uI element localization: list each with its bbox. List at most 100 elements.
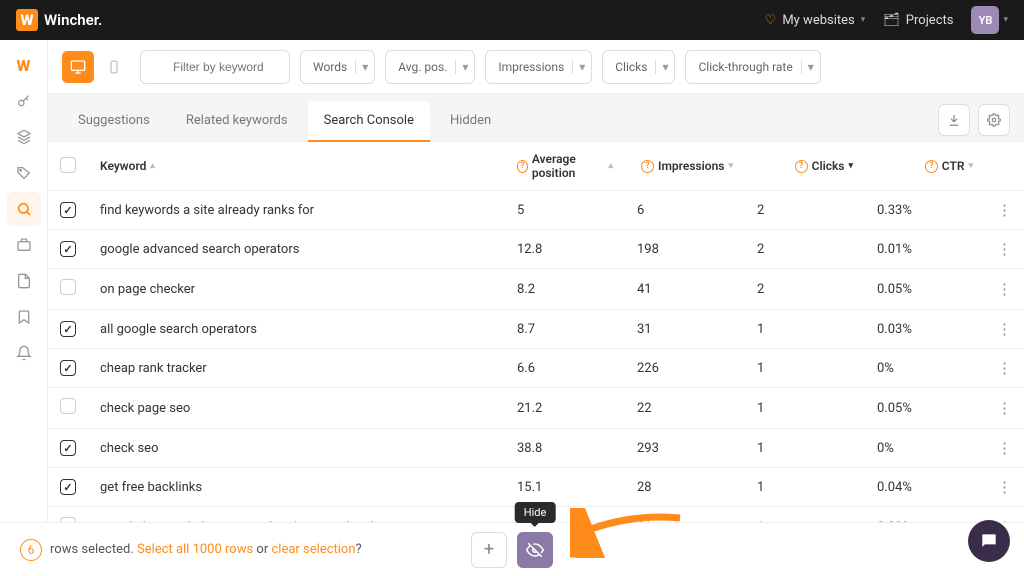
clear-selection-link[interactable]: clear selection bbox=[271, 542, 355, 557]
add-button[interactable]: + bbox=[471, 532, 507, 568]
info-icon: ? bbox=[641, 160, 654, 173]
cell-clicks: 1 bbox=[745, 429, 865, 468]
download-button[interactable] bbox=[938, 104, 970, 136]
cell-ctr: 0.33% bbox=[865, 191, 985, 230]
info-icon: ? bbox=[925, 160, 938, 173]
col-clicks-header[interactable]: ? Clicks ▾ bbox=[795, 159, 853, 173]
row-checkbox[interactable] bbox=[60, 398, 76, 414]
row-checkbox[interactable] bbox=[60, 479, 76, 495]
cell-clicks: 1 bbox=[745, 349, 865, 388]
ctr-dropdown[interactable]: Click-through rate▾ bbox=[685, 50, 820, 84]
briefcase-icon: 🗂 bbox=[883, 13, 900, 28]
selected-count-badge: 6 bbox=[20, 539, 42, 561]
row-checkbox[interactable] bbox=[60, 360, 76, 376]
hide-button[interactable]: Hide bbox=[517, 532, 553, 568]
chat-bubble-button[interactable] bbox=[968, 520, 1010, 562]
sort-caret-icon: ▴ bbox=[150, 161, 155, 171]
table-row: on page checker 8.2 41 2 0.05% ⋮ bbox=[48, 269, 1024, 310]
col-avgpos-header[interactable]: ? Average position ▴ bbox=[517, 152, 613, 180]
projects-link[interactable]: 🗂 Projects bbox=[883, 13, 953, 28]
words-dropdown[interactable]: Words▾ bbox=[300, 50, 375, 84]
device-mobile-button[interactable] bbox=[98, 51, 130, 83]
cell-impressions: 28 bbox=[625, 468, 745, 507]
cell-impressions: 22 bbox=[625, 388, 745, 429]
logo[interactable]: W Wincher. bbox=[16, 9, 102, 31]
row-checkbox[interactable] bbox=[60, 279, 76, 295]
row-menu-button[interactable]: ⋮ bbox=[997, 280, 1012, 298]
cell-avgpos: 8.7 bbox=[505, 310, 625, 349]
tab-hidden[interactable]: Hidden bbox=[434, 101, 507, 142]
col-impressions-header[interactable]: ? Impressions ▾ bbox=[641, 159, 733, 173]
avgpos-dropdown[interactable]: Avg. pos.▾ bbox=[385, 50, 475, 84]
cell-ctr: 0.03% bbox=[865, 310, 985, 349]
keywords-table: Keyword ▴ ? Average position ▴ ? Impress… bbox=[48, 142, 1024, 522]
col-keyword-header[interactable]: Keyword ▴ bbox=[100, 159, 155, 173]
sidebar-file-icon[interactable] bbox=[7, 264, 41, 298]
clicks-dropdown[interactable]: Clicks▾ bbox=[602, 50, 675, 84]
cell-keyword: check page seo bbox=[88, 388, 505, 429]
heart-icon: ♡ bbox=[765, 13, 777, 28]
row-menu-button[interactable]: ⋮ bbox=[997, 320, 1012, 338]
sidebar-logo[interactable]: W bbox=[7, 48, 41, 82]
cell-avgpos: 5 bbox=[505, 191, 625, 230]
sidebar-bookmark-icon[interactable] bbox=[7, 300, 41, 334]
cell-clicks: 2 bbox=[745, 230, 865, 269]
hide-tooltip: Hide bbox=[515, 502, 556, 523]
tab-related-keywords[interactable]: Related keywords bbox=[170, 101, 304, 142]
chevron-down-icon: ▾ bbox=[861, 15, 866, 25]
cell-keyword: cheap rank tracker bbox=[88, 349, 505, 388]
info-icon: ? bbox=[795, 160, 808, 173]
row-menu-button[interactable]: ⋮ bbox=[997, 478, 1012, 496]
device-desktop-button[interactable] bbox=[62, 51, 94, 83]
cell-keyword: on page checker bbox=[88, 269, 505, 310]
filter-keyword-input[interactable] bbox=[140, 50, 290, 84]
cell-clicks: 1 bbox=[745, 310, 865, 349]
row-menu-button[interactable]: ⋮ bbox=[997, 439, 1012, 457]
row-checkbox[interactable] bbox=[60, 241, 76, 257]
table-row: find keywords a site already ranks for 5… bbox=[48, 191, 1024, 230]
logo-text: Wincher. bbox=[44, 11, 102, 29]
cell-keyword: check seo bbox=[88, 429, 505, 468]
table-row: all google search operators 8.7 31 1 0.0… bbox=[48, 310, 1024, 349]
impressions-dropdown[interactable]: Impressions▾ bbox=[485, 50, 592, 84]
row-menu-button[interactable]: ⋮ bbox=[997, 201, 1012, 219]
cell-clicks: 1 bbox=[745, 507, 865, 523]
tab-search-console[interactable]: Search Console bbox=[308, 101, 430, 142]
cell-impressions: 293 bbox=[625, 429, 745, 468]
chevron-down-icon: ▾ bbox=[1003, 15, 1008, 25]
sidebar-search-icon[interactable] bbox=[7, 192, 41, 226]
cell-keyword: google advanced search operators bbox=[88, 230, 505, 269]
row-checkbox[interactable] bbox=[60, 440, 76, 456]
cell-keyword: find keywords a site already ranks for bbox=[88, 191, 505, 230]
table-row: google advanced search operators 12.8 19… bbox=[48, 230, 1024, 269]
select-all-checkbox[interactable] bbox=[60, 157, 76, 173]
tab-suggestions[interactable]: Suggestions bbox=[62, 101, 166, 142]
sidebar-bell-icon[interactable] bbox=[7, 336, 41, 370]
row-checkbox[interactable] bbox=[60, 321, 76, 337]
select-all-link[interactable]: Select all 1000 rows bbox=[137, 542, 253, 557]
row-menu-button[interactable]: ⋮ bbox=[997, 399, 1012, 417]
row-checkbox[interactable] bbox=[60, 202, 76, 218]
cell-keyword: get free backlinks bbox=[88, 468, 505, 507]
sidebar-key-icon[interactable] bbox=[7, 84, 41, 118]
selection-footer: 6 rows selected. Select all 1000 rows or… bbox=[0, 522, 1024, 576]
sidebar-briefcase-icon[interactable] bbox=[7, 228, 41, 262]
user-avatar[interactable]: YB bbox=[971, 6, 999, 34]
tabs-row: Suggestions Related keywords Search Cons… bbox=[48, 94, 1024, 142]
my-websites-link[interactable]: ♡ My websites ▾ bbox=[765, 13, 866, 28]
cell-keyword: all google search operators bbox=[88, 310, 505, 349]
cell-impressions: 41 bbox=[625, 269, 745, 310]
cell-impressions: 6 bbox=[625, 191, 745, 230]
cell-ctr: 0.09% bbox=[865, 507, 985, 523]
row-menu-button[interactable]: ⋮ bbox=[997, 359, 1012, 377]
col-ctr-header[interactable]: ? CTR ▾ bbox=[925, 159, 973, 173]
settings-button[interactable] bbox=[978, 104, 1010, 136]
row-menu-button[interactable]: ⋮ bbox=[997, 240, 1012, 258]
sidebar-layers-icon[interactable] bbox=[7, 120, 41, 154]
cell-clicks: 1 bbox=[745, 468, 865, 507]
cell-avgpos: 38.8 bbox=[505, 429, 625, 468]
sidebar-tag-icon[interactable] bbox=[7, 156, 41, 190]
cell-ctr: 0.04% bbox=[865, 468, 985, 507]
table-row: check page seo 21.2 22 1 0.05% ⋮ bbox=[48, 388, 1024, 429]
toolbar: Words▾ Avg. pos.▾ Impressions▾ Clicks▾ C… bbox=[48, 40, 1024, 94]
